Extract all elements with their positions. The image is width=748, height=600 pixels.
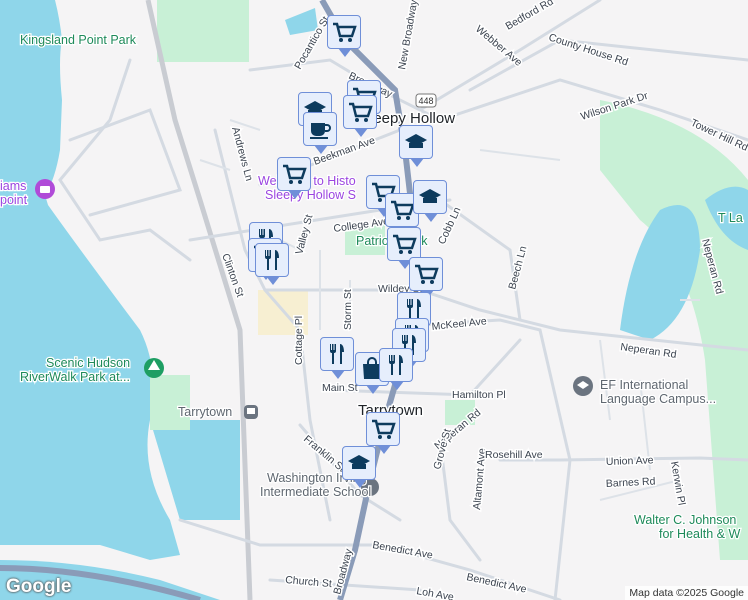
cart-marker[interactable] — [343, 95, 377, 137]
street-label: McKeel Ave — [431, 315, 487, 333]
park-poi-icon[interactable] — [144, 358, 164, 378]
lake-label: T La — [718, 211, 743, 225]
svg-text:448: 448 — [418, 96, 433, 106]
school-icon — [419, 189, 441, 203]
google-logo: Google — [6, 576, 72, 597]
hudson-river — [0, 0, 180, 560]
park-label: Kingsland Point Park — [20, 33, 137, 47]
cart-icon — [391, 200, 415, 220]
map-attribution[interactable]: Map data ©2025 Google — [625, 586, 748, 600]
street-label: New Broadway — [396, 0, 420, 71]
school-marker[interactable] — [413, 180, 447, 222]
street-label: Franklin St — [301, 433, 347, 475]
school-poi-icon[interactable] — [573, 376, 593, 396]
cart-marker[interactable] — [409, 257, 443, 299]
cart-marker[interactable] — [387, 227, 421, 269]
school-icon — [348, 455, 370, 469]
harbor-water — [150, 420, 240, 520]
station-label: Tarrytown — [178, 405, 232, 419]
cart-icon — [333, 22, 357, 42]
camera-poi-icon[interactable] — [35, 179, 55, 199]
poi-label: EF International — [600, 378, 688, 392]
street-label: Benedict Ave — [465, 571, 527, 595]
poi-label: Language Campus... — [600, 392, 716, 406]
school-marker[interactable] — [342, 446, 376, 488]
street-label: Union Ave — [606, 454, 654, 468]
park-label: Walter C. Johnson — [634, 513, 736, 527]
cart-icon — [393, 234, 417, 254]
cart-icon — [283, 164, 307, 184]
restaurant-marker[interactable] — [255, 243, 289, 285]
restaurant-marker[interactable] — [320, 337, 354, 379]
street-label: County House Rd — [547, 31, 630, 68]
cart-marker[interactable] — [366, 412, 400, 454]
coffee-marker[interactable] — [303, 112, 337, 154]
school-marker[interactable] — [399, 125, 433, 167]
park-label: RiverWalk Park at... — [20, 370, 130, 384]
cart-icon — [415, 264, 439, 284]
route-448-shield: 448 — [415, 93, 437, 108]
cart-marker[interactable] — [327, 15, 361, 57]
park-label: Scenic Hudson — [46, 356, 130, 370]
street-label: Grove St — [431, 428, 453, 471]
street-label: Neperan Rd — [620, 341, 678, 361]
street-label: Hamilton Pl — [452, 389, 506, 401]
street-label: Bedford Rd — [504, 0, 556, 33]
park-label: for Health & W — [659, 527, 740, 541]
poi-label: iams — [0, 179, 26, 193]
cart-icon — [349, 102, 373, 122]
street-label: Rosehill Ave — [485, 449, 543, 461]
street-label: Storm St — [342, 289, 354, 330]
cart-marker[interactable] — [277, 157, 311, 199]
street-label: Andrews Ln — [229, 126, 255, 183]
street-label: Church St — [285, 574, 333, 590]
park-area — [150, 375, 190, 430]
restaurant-icon — [389, 355, 403, 375]
street-label: Benedict Ave — [371, 539, 433, 561]
cart-icon — [372, 419, 396, 439]
restaurant-marker[interactable] — [379, 348, 413, 390]
restaurant-icon — [330, 344, 344, 364]
street-label: Loh Ave — [415, 585, 454, 600]
street-label: Kerwin Pl — [668, 460, 688, 506]
lake — [620, 205, 700, 340]
school-icon — [405, 134, 427, 148]
street-label: Valley St — [293, 213, 315, 255]
street-label: Cottage Pl — [293, 316, 305, 365]
restaurant-icon — [265, 250, 279, 270]
poi-label: point — [0, 193, 28, 207]
coffee-icon — [310, 123, 331, 139]
train-station-icon[interactable] — [244, 405, 258, 419]
park-area — [157, 0, 249, 62]
street-label: Main St — [322, 382, 358, 394]
